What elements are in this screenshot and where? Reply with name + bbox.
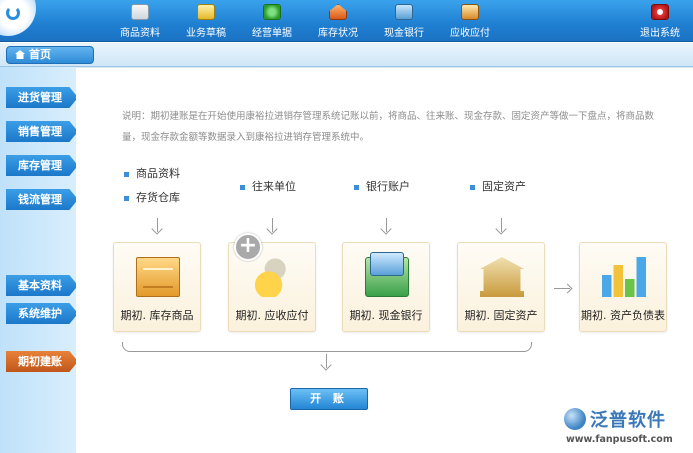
brand-url: www.fanpusoft.com bbox=[566, 434, 673, 445]
link-product-data[interactable]: 商品资料 bbox=[124, 165, 180, 181]
add-icon[interactable]: + bbox=[234, 233, 262, 261]
receivable-payable-icon bbox=[461, 4, 479, 20]
down-arrow-icon bbox=[157, 218, 158, 232]
down-arrow-icon bbox=[326, 354, 327, 368]
exit-label: 退出系统 bbox=[640, 28, 680, 39]
product-data-icon bbox=[131, 4, 149, 20]
link-fixed-assets[interactable]: 固定资产 bbox=[470, 178, 526, 194]
power-icon bbox=[651, 4, 669, 20]
cash-bank-icon bbox=[395, 4, 413, 20]
sidebar: 进货管理 销售管理 库存管理 钱流管理 基本资料 系统维护 期初建账 bbox=[0, 67, 78, 453]
nav-label: 商品资料 bbox=[120, 28, 160, 39]
link-bank-accounts[interactable]: 银行账户 bbox=[354, 178, 410, 194]
fixed-assets-icon bbox=[480, 257, 524, 297]
stock-status-icon bbox=[329, 4, 347, 20]
open-accounts-button[interactable]: 开 账 bbox=[290, 388, 368, 410]
card-label: 期初. 固定资产 bbox=[464, 309, 538, 322]
bullet-icon bbox=[124, 171, 129, 177]
nav-label: 现金银行 bbox=[384, 28, 424, 39]
bullet-icon bbox=[240, 184, 245, 190]
card-label: 期初. 应收应付 bbox=[235, 309, 309, 322]
sidebar-item-cashflow[interactable]: 钱流管理 bbox=[6, 189, 78, 210]
bullet-icon bbox=[470, 184, 475, 190]
nav-operation-docs[interactable]: 经营单据 bbox=[252, 4, 292, 39]
nav-label: 业务草稿 bbox=[186, 28, 226, 39]
card-opening-cash-bank[interactable]: 期初. 现金银行 bbox=[342, 242, 430, 332]
sidebar-item-system[interactable]: 系统维护 bbox=[6, 303, 78, 324]
brand-logo: 泛普软件 www.fanpusoft.com bbox=[564, 406, 689, 448]
card-label: 期初. 库存商品 bbox=[120, 309, 194, 322]
home-tab-label: 首页 bbox=[29, 48, 51, 61]
nav-cash-bank[interactable]: 现金银行 bbox=[384, 4, 424, 39]
bullet-label: 商品资料 bbox=[136, 167, 180, 180]
brand-mark-icon bbox=[564, 408, 586, 430]
card-opening-inventory[interactable]: 期初. 库存商品 bbox=[113, 242, 201, 332]
sidebar-item-purchase[interactable]: 进货管理 bbox=[6, 87, 78, 108]
nav-label: 库存状况 bbox=[318, 28, 358, 39]
card-label: 期初. 现金银行 bbox=[349, 309, 423, 322]
nav-product-data[interactable]: 商品资料 bbox=[120, 4, 160, 39]
bullet-label: 银行账户 bbox=[366, 180, 410, 193]
brand-name: 泛普软件 bbox=[590, 410, 666, 431]
down-arrow-icon bbox=[386, 218, 387, 232]
receivable-payable-icon bbox=[251, 257, 295, 297]
app-logo bbox=[0, 0, 36, 36]
top-toolbar: 商品资料 业务草稿 经营单据 库存状况 现金银行 应收应付 退出系统 bbox=[0, 0, 693, 42]
nav-label: 经营单据 bbox=[252, 28, 292, 39]
cash-bank-icon bbox=[365, 252, 409, 297]
card-label: 期初. 资产负债表 bbox=[581, 309, 665, 322]
inventory-goods-icon bbox=[136, 257, 180, 297]
bullet-icon bbox=[124, 195, 129, 201]
link-partners[interactable]: 往来单位 bbox=[240, 178, 296, 194]
right-arrow-icon bbox=[554, 288, 570, 289]
sidebar-item-sales[interactable]: 销售管理 bbox=[6, 121, 78, 142]
link-warehouse[interactable]: 存货仓库 bbox=[124, 189, 180, 205]
down-arrow-icon bbox=[272, 218, 273, 232]
home-icon bbox=[15, 50, 25, 59]
description-text: 说明：期初建账是在开始使用康裕拉进销存管理系统记账以前，将商品、往来账、现金存款… bbox=[122, 111, 655, 143]
nav-business-draft[interactable]: 业务草稿 bbox=[186, 4, 226, 39]
business-draft-icon bbox=[197, 4, 215, 20]
bullet-label: 固定资产 bbox=[482, 180, 526, 193]
card-opening-balance-sheet[interactable]: 期初. 资产负债表 bbox=[579, 242, 667, 332]
exit-button[interactable]: 退出系统 bbox=[640, 4, 680, 39]
card-opening-fixed-assets[interactable]: 期初. 固定资产 bbox=[457, 242, 545, 332]
flow-bracket bbox=[122, 342, 532, 352]
main-panel: 说明：期初建账是在开始使用康裕拉进销存管理系统记账以前，将商品、往来账、现金存款… bbox=[76, 67, 693, 453]
sidebar-item-opening-setup[interactable]: 期初建账 bbox=[6, 351, 78, 372]
nav-stock-status[interactable]: 库存状况 bbox=[318, 4, 358, 39]
bullet-label: 存货仓库 bbox=[136, 191, 180, 204]
sidebar-item-inventory[interactable]: 库存管理 bbox=[6, 155, 78, 176]
bullet-label: 往来单位 bbox=[252, 180, 296, 193]
home-tab[interactable]: 首页 bbox=[6, 46, 94, 64]
operation-doc-icon bbox=[263, 4, 281, 20]
nav-label: 应收应付 bbox=[450, 28, 490, 39]
nav-receivable-payable[interactable]: 应收应付 bbox=[450, 4, 490, 39]
sidebar-item-basic-data[interactable]: 基本资料 bbox=[6, 275, 78, 296]
down-arrow-icon bbox=[501, 218, 502, 232]
bullet-icon bbox=[354, 184, 359, 190]
balance-sheet-icon bbox=[602, 257, 646, 297]
breadcrumb-bar: 首页 bbox=[0, 43, 693, 67]
